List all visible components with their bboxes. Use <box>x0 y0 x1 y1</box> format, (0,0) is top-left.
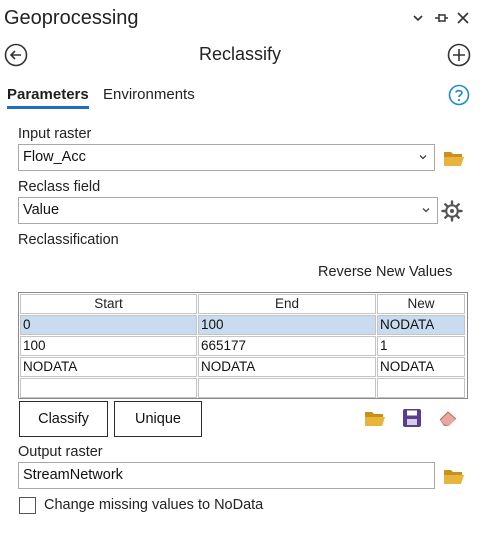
tab-environments[interactable]: Environments <box>103 86 195 103</box>
table-cell[interactable]: NODATA <box>377 315 465 335</box>
reclass-field-label: Reclass field <box>18 179 101 195</box>
table-cell[interactable] <box>377 378 465 398</box>
unique-button[interactable]: Unique <box>114 401 202 437</box>
classify-button[interactable]: Classify <box>19 401 108 437</box>
reclass-field-combo[interactable]: Value <box>18 197 438 224</box>
help-icon[interactable] <box>448 84 470 106</box>
table-cell[interactable]: 665177 <box>198 336 376 356</box>
table-cell[interactable]: NODATA <box>198 357 376 377</box>
save-icon[interactable] <box>401 408 423 428</box>
table-cell[interactable]: 100 <box>20 336 197 356</box>
tab-parameters[interactable]: Parameters <box>7 86 89 109</box>
input-raster-label: Input raster <box>18 126 92 142</box>
column-header-end[interactable]: End <box>198 294 376 314</box>
table-cell[interactable]: 1 <box>377 336 465 356</box>
chevron-down-icon[interactable] <box>418 152 428 162</box>
reverse-new-values-link[interactable]: Reverse New Values <box>318 264 452 280</box>
gear-icon[interactable] <box>441 200 463 222</box>
tool-title: Reclassify <box>198 44 282 64</box>
input-raster-combo[interactable]: Flow_Acc <box>18 144 435 171</box>
table-cell[interactable]: NODATA <box>20 357 197 377</box>
output-raster-value: StreamNetwork <box>23 467 123 483</box>
table-cell[interactable]: 0 <box>20 315 197 335</box>
output-raster-label: Output raster <box>18 444 103 460</box>
chevron-down-icon[interactable] <box>421 205 431 215</box>
close-icon[interactable] <box>454 9 472 27</box>
tool-nav: Reclassify <box>0 40 480 72</box>
pin-icon[interactable] <box>432 9 450 27</box>
tab-strip: Parameters Environments <box>0 84 480 112</box>
folder-open-icon[interactable] <box>443 467 465 485</box>
column-header-start[interactable]: Start <box>20 294 197 314</box>
missing-values-label: Change missing values to NoData <box>44 497 264 513</box>
table-cell[interactable] <box>198 378 376 398</box>
output-raster-field[interactable]: StreamNetwork <box>18 462 435 489</box>
folder-open-icon[interactable] <box>443 149 465 167</box>
reclassification-label: Reclassification <box>18 232 119 248</box>
eraser-icon[interactable] <box>437 408 459 428</box>
column-header-new[interactable]: New <box>377 294 465 314</box>
add-icon[interactable] <box>446 42 472 68</box>
input-raster-value: Flow_Acc <box>23 149 86 165</box>
folder-open-icon[interactable] <box>364 408 386 428</box>
chevron-down-icon[interactable] <box>409 9 427 27</box>
reclass-table: Start End New 0 100 NODATA 100 665177 1 … <box>18 292 468 399</box>
table-cell[interactable]: 100 <box>198 315 376 335</box>
pane-title: Geoprocessing <box>4 7 139 29</box>
table-cell[interactable]: NODATA <box>377 357 465 377</box>
table-cell[interactable] <box>20 378 197 398</box>
missing-values-checkbox[interactable] <box>19 497 36 514</box>
reclass-field-value: Value <box>23 202 60 218</box>
pane-header: Geoprocessing <box>0 0 480 38</box>
